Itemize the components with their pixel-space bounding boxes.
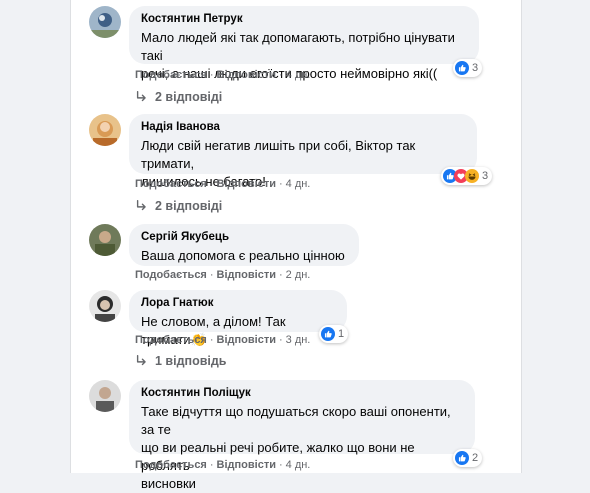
comment-author[interactable]: Надія Іванова [141,120,465,135]
like-icon [321,327,335,341]
comment-bubble: Костянтин Поліщук Таке відчуття що подуш… [129,380,475,491]
comment-author[interactable]: Лора Гнатюк [141,296,335,311]
view-replies-link[interactable]: 1 відповідь [135,354,226,368]
reply-button[interactable]: Відповісти [217,178,276,190]
comment-text-line: Ваша допомога є реально цінною [141,248,345,263]
reaction-count: 3 [482,170,489,182]
like-button[interactable]: Подобається [135,459,207,471]
comment-bubble: Лора Гнатюк Не словом, а ділом! Так трим… [129,290,347,347]
like-button[interactable]: Подобається [135,69,207,81]
separator-dot: · [209,69,214,81]
comment-author[interactable]: Костянтин Петрук [141,12,467,27]
reaction-summary[interactable]: 3 [453,59,483,77]
separator-dot: · [209,459,214,471]
haha-icon [465,169,479,183]
separator-dot: · [209,334,214,346]
like-button[interactable]: Подобається [135,269,207,281]
reply-button[interactable]: Відповісти [217,334,276,346]
like-icon [455,61,469,75]
view-replies-link[interactable]: 2 відповіді [135,199,222,213]
reply-button[interactable]: Відповісти [217,459,276,471]
reaction-summary[interactable]: 3 [441,167,493,185]
separator-dot: · [209,269,214,281]
reaction-count: 3 [472,62,479,74]
avatar[interactable] [89,224,121,256]
avatar[interactable] [89,380,121,412]
reply-arrow-icon [136,200,146,211]
like-button[interactable]: Подобається [135,178,207,190]
view-replies-link[interactable]: 2 відповіді [135,90,222,104]
comment-author[interactable]: Костянтин Поліщук [141,386,463,401]
reply-button[interactable]: Відповісти [217,269,276,281]
reaction-count: 1 [338,328,345,340]
like-icon [455,451,469,465]
comment-actions: Подобається · Відповісти · 3 дн. [135,333,310,347]
comment-text: Таке відчуття що подушаться скоро ваші о… [141,403,463,493]
separator-dot: · [278,269,283,281]
comments-panel: Костянтин Петрук Мало людей які так допо… [70,0,522,491]
separator-dot: · [278,334,283,346]
comment-time[interactable]: 4 дн. [286,69,311,81]
reaction-summary[interactable]: 1 [319,325,349,343]
reply-button[interactable]: Відповісти [217,69,276,81]
avatar[interactable] [89,290,121,322]
separator-dot: · [278,459,283,471]
comment-text-line: Таке відчуття що подушаться скоро ваші о… [141,404,451,437]
replies-label: 2 відповіді [155,199,223,213]
comment-actions: Подобається · Відповісти · 2 дн. [135,268,310,282]
replies-label: 2 відповіді [155,90,223,104]
comment-time[interactable]: 2 дн. [286,269,311,281]
comment-bubble: Костянтин Петрук Мало людей які так допо… [129,6,479,81]
avatar[interactable] [89,6,121,38]
comment-author[interactable]: Сергій Якубець [141,230,347,245]
avatar[interactable] [89,114,121,146]
separator-dot: · [209,178,214,190]
comment-actions: Подобається · Відповісти · 4 дн. [135,177,310,191]
separator-dot: · [278,178,283,190]
comment-bubble: Надія Іванова Люди свій негатив лишіть п… [129,114,477,189]
comment-text-line: Мало людей які так допомагають, потрібно… [141,30,455,63]
comment-actions: Подобається · Відповісти · 4 дн. [135,68,310,82]
like-button[interactable]: Подобається [135,334,207,346]
comment-bubble: Сергій Якубець Ваша допомога є реально ц… [129,224,359,266]
reply-arrow-icon [136,355,146,366]
comment-text-line: висновки [141,476,196,491]
comment-actions: Подобається · Відповісти · 4 дн. [135,458,310,472]
separator-dot: · [278,69,283,81]
comment-text-line: Люди свій негатив лишіть при собі, Вікто… [141,138,416,171]
reply-arrow-icon [136,91,146,102]
comment-time[interactable]: 4 дн. [286,178,311,190]
replies-label: 1 відповідь [155,354,227,368]
reaction-count: 2 [472,452,479,464]
reaction-summary[interactable]: 2 [453,449,483,467]
comment-time[interactable]: 4 дн. [286,459,311,471]
comment-text: Ваша допомога є реально цінною [141,247,347,265]
comment-time[interactable]: 3 дн. [286,334,311,346]
